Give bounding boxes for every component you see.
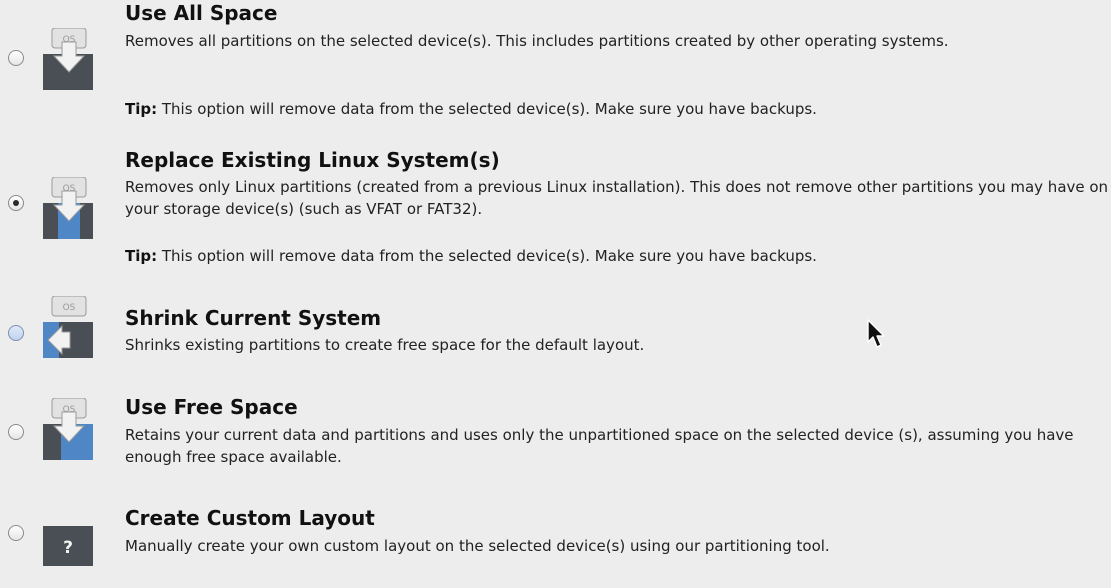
use-free-space-description: Retains your current data and partitions… — [125, 426, 1074, 466]
disk-replace-linux-icon: OS — [43, 177, 93, 239]
disk-free-space-icon: OS — [43, 398, 93, 460]
replace-linux-title: Replace Existing Linux System(s) — [125, 148, 500, 172]
shrink-current-system-title: Shrink Current System — [125, 306, 382, 330]
create-custom-layout-radio[interactable] — [8, 525, 24, 541]
use-all-space-radio[interactable] — [8, 50, 24, 66]
disk-wipe-icon: OS — [43, 28, 93, 90]
use-free-space-radio[interactable] — [8, 424, 24, 440]
shrink-current-system-radio[interactable] — [8, 325, 24, 341]
svg-text:OS: OS — [63, 303, 76, 313]
disk-shrink-icon: OS — [43, 296, 93, 358]
mouse-pointer-icon — [867, 319, 885, 348]
selected-dot — [13, 200, 19, 206]
create-custom-layout-description: Manually create your own custom layout o… — [125, 537, 830, 555]
use-all-space-description: Removes all partitions on the selected d… — [125, 32, 949, 50]
replace-linux-tip: Tip: This option will remove data from t… — [125, 247, 817, 265]
custom-layout-icon: ? — [43, 526, 93, 566]
use-all-space-tip: Tip: This option will remove data from t… — [125, 100, 817, 118]
use-all-space-title: Use All Space — [125, 1, 278, 25]
replace-linux-radio[interactable] — [8, 195, 24, 211]
create-custom-layout-title: Create Custom Layout — [125, 506, 375, 530]
shrink-current-system-description: Shrinks existing partitions to create fr… — [125, 336, 645, 354]
replace-linux-description: Removes only Linux partitions (created f… — [125, 178, 1109, 218]
svg-text:?: ? — [63, 538, 73, 558]
use-free-space-title: Use Free Space — [125, 395, 298, 419]
